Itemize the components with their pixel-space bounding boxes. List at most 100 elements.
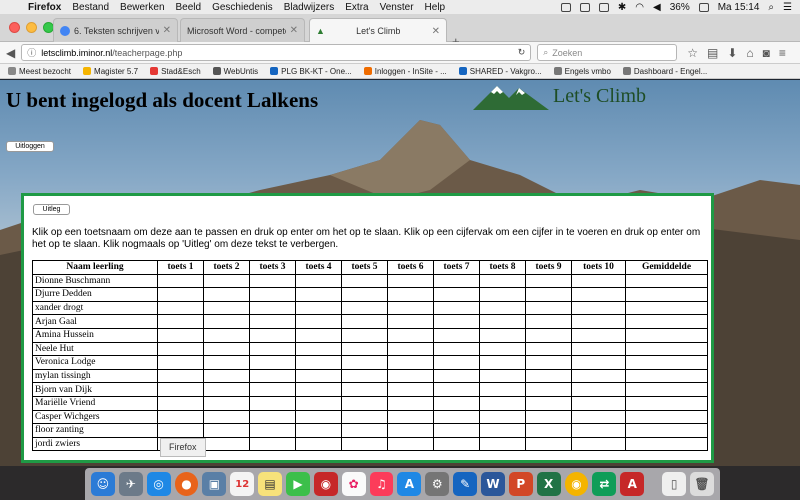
grade-cell-toets-10[interactable] [571, 423, 626, 438]
acrobat-icon[interactable]: A [620, 472, 645, 496]
safari-icon[interactable]: ◎ [146, 472, 171, 496]
bookmark-item[interactable]: Stad&Esch [150, 67, 201, 76]
trash-icon[interactable]: 🗑 [690, 472, 714, 496]
header-toets-1[interactable]: toets 1 [157, 260, 204, 275]
grade-cell-toets-10[interactable] [571, 314, 626, 329]
chrome-icon[interactable]: ◉ [564, 472, 589, 496]
system-preferences-icon[interactable]: ⚙ [425, 472, 450, 496]
grade-cell-toets-3[interactable] [249, 327, 296, 343]
header-toets-8[interactable]: toets 8 [479, 260, 526, 275]
grade-cell-toets-9[interactable] [525, 395, 572, 411]
photo-booth-icon[interactable]: ◉ [313, 472, 338, 496]
grade-cell-toets-3[interactable] [249, 423, 296, 438]
preview-icon[interactable]: ▣ [202, 472, 227, 496]
grade-cell-toets-1[interactable] [157, 287, 204, 302]
tab-word[interactable]: Microsoft Word - competenties ... ✕ [180, 18, 305, 42]
grade-cell-toets-8[interactable] [479, 287, 526, 302]
header-toets-10[interactable]: toets 10 [571, 260, 626, 275]
grade-cell-toets-3[interactable] [249, 382, 296, 397]
header-toets-7[interactable]: toets 7 [433, 260, 480, 275]
grade-cell-toets-4[interactable] [295, 273, 342, 289]
grade-cell-toets-4[interactable] [295, 368, 342, 384]
grade-cell-toets-6[interactable] [387, 327, 434, 343]
back-icon[interactable]: ◀ [6, 46, 15, 60]
grade-cell-toets-6[interactable] [387, 368, 434, 384]
grade-cell-toets-6[interactable] [387, 273, 434, 289]
info-icon[interactable]: ⓘ [27, 46, 36, 59]
grade-cell-toets-1[interactable] [157, 273, 204, 289]
grade-cell-toets-10[interactable] [571, 287, 626, 302]
grade-cell-toets-4[interactable] [295, 314, 342, 329]
grade-cell-toets-3[interactable] [249, 273, 296, 289]
menu-bewerken[interactable]: Bewerken [120, 2, 164, 13]
grade-cell-toets-5[interactable] [341, 423, 388, 438]
grade-cell-toets-4[interactable] [295, 395, 342, 411]
bookmark-item[interactable]: SHARED - Vakgro... [458, 67, 542, 76]
clock[interactable]: Ma 15:14 [718, 2, 760, 13]
grade-cell-toets-5[interactable] [341, 287, 388, 302]
grade-cell-toets-7[interactable] [433, 355, 480, 370]
header-toets-3[interactable]: toets 3 [249, 260, 296, 275]
uitleg-button[interactable]: Uitleg [33, 204, 70, 215]
menu-help[interactable]: Help [425, 2, 446, 13]
grade-cell-toets-9[interactable] [525, 355, 572, 370]
grade-cell-toets-2[interactable] [203, 382, 250, 397]
grade-cell-toets-7[interactable] [433, 314, 480, 329]
grade-cell-toets-5[interactable] [341, 409, 388, 425]
grade-cell-toets-3[interactable] [249, 314, 296, 329]
volume-icon[interactable]: ◀ [653, 2, 661, 13]
grade-cell-toets-1[interactable] [157, 355, 204, 370]
facetime-icon[interactable]: ▶ [286, 472, 310, 496]
download-icon[interactable]: ⬇ [727, 46, 737, 60]
grade-cell-toets-5[interactable] [341, 273, 388, 289]
bookmark-item[interactable]: WebUntis [212, 67, 258, 76]
grade-cell-toets-2[interactable] [203, 314, 250, 329]
firefox-icon[interactable]: ● [174, 472, 199, 496]
grade-cell-toets-5[interactable] [341, 395, 388, 411]
grade-cell-toets-6[interactable] [387, 355, 434, 370]
grade-cell-toets-3[interactable] [249, 287, 296, 302]
grade-cell-toets-2[interactable] [203, 341, 250, 357]
grade-cell-toets-8[interactable] [479, 355, 526, 370]
grade-cell-toets-3[interactable] [249, 300, 296, 316]
close-tab-icon[interactable]: ✕ [290, 25, 298, 36]
grade-cell-toets-9[interactable] [525, 436, 572, 452]
grade-cell-toets-10[interactable] [571, 300, 626, 316]
grade-cell-toets-10[interactable] [571, 436, 626, 452]
textedit-icon[interactable]: ✎ [453, 472, 478, 496]
grade-cell-toets-10[interactable] [571, 355, 626, 370]
grade-cell-toets-9[interactable] [525, 341, 572, 357]
grade-cell-toets-10[interactable] [571, 395, 626, 411]
word-icon[interactable]: W [481, 472, 505, 496]
grade-cell-toets-4[interactable] [295, 382, 342, 397]
photos-icon[interactable]: ✿ [341, 472, 366, 496]
battery-level[interactable]: 36% [670, 2, 690, 13]
grade-cell-toets-2[interactable] [203, 368, 250, 384]
pocket-icon[interactable]: ◙ [763, 46, 770, 60]
grade-cell-toets-6[interactable] [387, 314, 434, 329]
grade-cell-toets-2[interactable] [203, 300, 250, 316]
notes-icon[interactable]: ▤ [258, 472, 283, 496]
close-tab-icon[interactable]: ✕ [432, 26, 440, 37]
header-toets-4[interactable]: toets 4 [295, 260, 342, 275]
home-icon[interactable]: ⌂ [746, 46, 753, 60]
grade-cell-toets-2[interactable] [203, 436, 250, 452]
grade-cell-toets-10[interactable] [571, 409, 626, 425]
grade-cell-toets-5[interactable] [341, 436, 388, 452]
grade-cell-toets-8[interactable] [479, 273, 526, 289]
grade-cell-toets-5[interactable] [341, 327, 388, 343]
grade-cell-toets-1[interactable] [157, 395, 204, 411]
grade-cell-toets-9[interactable] [525, 423, 572, 438]
launchpad-icon[interactable]: ✈ [118, 472, 143, 496]
grade-cell-toets-6[interactable] [387, 341, 434, 357]
grade-cell-toets-7[interactable] [433, 436, 480, 452]
header-toets-9[interactable]: toets 9 [525, 260, 572, 275]
header-toets-2[interactable]: toets 2 [203, 260, 250, 275]
tab-teksten[interactable]: 6. Teksten schrijven voor de... ✕ [53, 18, 178, 42]
finder-icon[interactable]: ☺ [91, 472, 115, 496]
grade-cell-toets-8[interactable] [479, 341, 526, 357]
grade-cell-toets-9[interactable] [525, 287, 572, 302]
menu-geschiedenis[interactable]: Geschiedenis [212, 2, 273, 13]
grade-cell-toets-3[interactable] [249, 409, 296, 425]
document-icon[interactable]: ▯ [662, 472, 687, 496]
